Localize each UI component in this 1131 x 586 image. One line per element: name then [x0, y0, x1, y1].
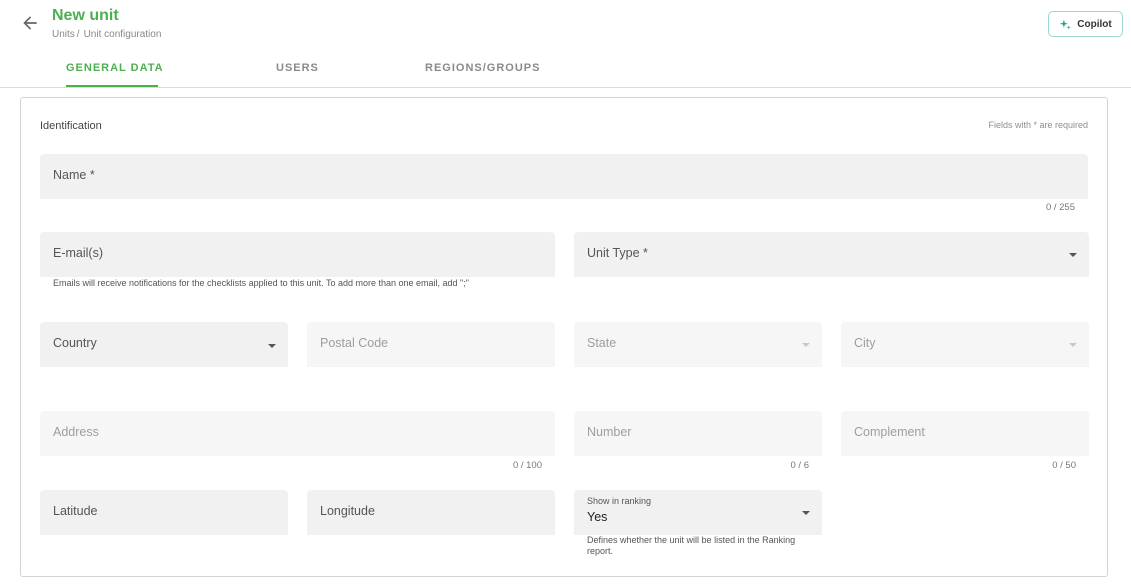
breadcrumb-separator: / [76, 29, 80, 40]
unit-type-label: Unit Type * [587, 246, 648, 260]
chevron-down-icon [802, 511, 810, 515]
emails-field-label: E-mail(s) [53, 246, 103, 260]
required-fields-note: Fields with * are required [988, 120, 1088, 130]
emails-hint: Emails will receive notifications for th… [53, 278, 469, 288]
number-label: Number [587, 425, 632, 439]
tab-bar: GENERAL DATA USERS REGIONS/GROUPS [0, 50, 1131, 88]
latitude-label: Latitude [53, 504, 98, 518]
section-title: Identification [40, 120, 102, 132]
back-arrow-icon[interactable] [20, 13, 40, 33]
name-char-counter: 0 / 255 [1045, 202, 1075, 213]
tab-users[interactable]: USERS [276, 62, 319, 74]
show-in-ranking-label: Show in ranking [587, 496, 652, 506]
city-label: City [854, 336, 876, 350]
state-label: State [587, 336, 617, 350]
country-select[interactable]: Country [40, 322, 288, 367]
tab-regions-groups[interactable]: REGIONS/GROUPS [425, 62, 540, 74]
address-label: Address [53, 425, 99, 439]
longitude-label: Longitude [320, 504, 375, 518]
country-label: Country [53, 336, 97, 350]
complement-field: Complement [841, 411, 1089, 456]
unit-type-select[interactable]: Unit Type * [574, 232, 1089, 277]
sparkle-icon [1060, 19, 1072, 29]
chevron-down-icon [1069, 253, 1077, 257]
number-field: Number [574, 411, 822, 456]
name-field[interactable]: Name * [40, 154, 1088, 199]
address-field: Address [40, 411, 555, 456]
copilot-button[interactable]: Copilot [1048, 11, 1123, 37]
copilot-label: Copilot [1077, 18, 1112, 30]
breadcrumb: Units / Unit configuration [52, 29, 161, 40]
tab-general-data[interactable]: GENERAL DATA [66, 62, 164, 74]
chevron-down-icon [1069, 343, 1077, 347]
emails-field[interactable]: E-mail(s) [40, 232, 555, 277]
postal-code-field: Postal Code [307, 322, 555, 367]
complement-char-counter: 0 / 50 [1052, 460, 1076, 471]
name-field-label: Name * [53, 168, 95, 182]
chevron-down-icon [802, 343, 810, 347]
show-in-ranking-value: Yes [587, 510, 608, 524]
longitude-field[interactable]: Longitude [307, 490, 555, 535]
show-in-ranking-hint: Defines whether the unit will be listed … [587, 535, 796, 556]
latitude-field[interactable]: Latitude [40, 490, 288, 535]
complement-label: Complement [854, 425, 925, 439]
breadcrumb-units[interactable]: Units [52, 29, 75, 40]
number-char-counter: 0 / 6 [790, 460, 810, 471]
state-select: State [574, 322, 822, 367]
active-tab-indicator [66, 85, 158, 87]
address-char-counter: 0 / 100 [512, 460, 542, 471]
page-title: New unit [52, 7, 119, 24]
postal-code-label: Postal Code [320, 336, 389, 350]
show-in-ranking-select[interactable]: Show in ranking Yes [574, 490, 822, 535]
breadcrumb-unit-configuration: Unit configuration [83, 29, 162, 40]
city-select: City [841, 322, 1089, 367]
chevron-down-icon [268, 344, 276, 348]
